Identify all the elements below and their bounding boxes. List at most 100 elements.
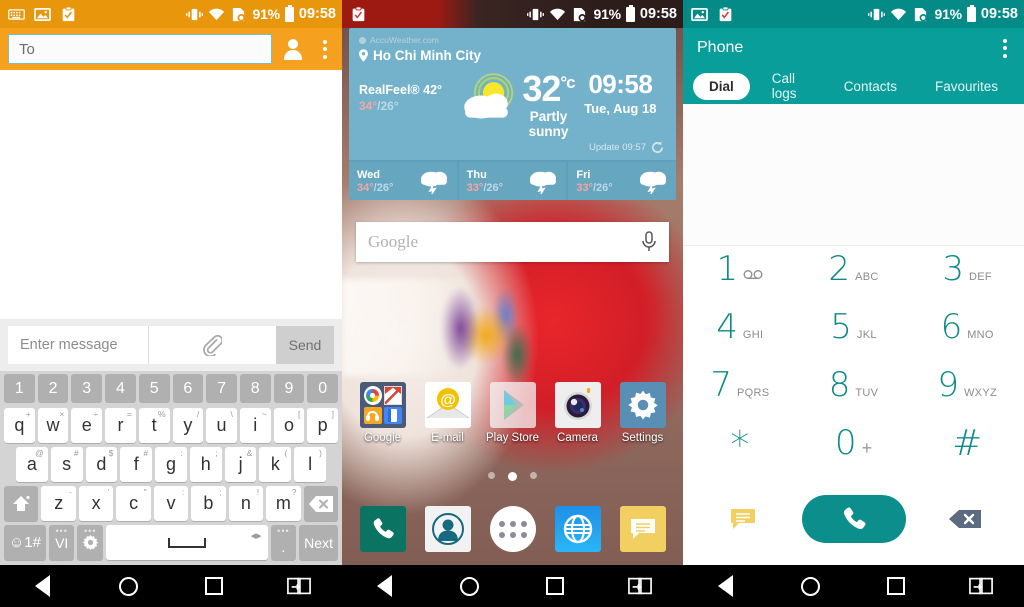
dialed-number-display[interactable] [683, 104, 1024, 246]
key-p[interactable]: ] p [307, 408, 339, 443]
tab-call-logs[interactable]: Call logs [756, 71, 822, 101]
tab-dial[interactable]: Dial [693, 72, 750, 100]
app-play-store[interactable]: Play Store [480, 382, 545, 444]
key-7[interactable]: 7 [206, 374, 237, 403]
recents-button[interactable] [854, 577, 939, 595]
screenshot-button[interactable] [257, 576, 343, 596]
key-f[interactable]: # f [120, 447, 153, 482]
app-camera[interactable]: Camera [545, 382, 610, 444]
dialpad-key-hash[interactable]: # [910, 426, 1024, 484]
dialpad-key-3[interactable]: 3 DEF [910, 252, 1024, 310]
key-m[interactable]: ? m [266, 486, 301, 521]
dock-phone[interactable] [350, 506, 415, 552]
key-b[interactable]: ; b [191, 486, 226, 521]
key-8[interactable]: 8 [239, 374, 271, 403]
key-t[interactable]: % t [138, 408, 170, 443]
dock-app-drawer[interactable] [480, 506, 545, 552]
to-input[interactable]: To [8, 34, 272, 64]
key-k[interactable]: (k [259, 447, 292, 482]
dialpad-key-5[interactable]: 5 JKL [797, 310, 911, 368]
dialpad-key-8[interactable]: 8 TUV [797, 368, 911, 426]
key-y[interactable]: / y [172, 408, 204, 443]
dialpad-key-2[interactable]: 2 ABC [797, 252, 911, 310]
home-button[interactable] [86, 576, 172, 596]
key-g[interactable]: :g [155, 447, 187, 482]
key-x[interactable]: ’ x [78, 486, 114, 521]
key-e[interactable]: ÷ e [71, 408, 103, 443]
dialpad-key-0[interactable]: 0 + [797, 426, 911, 484]
key-4[interactable]: 4 [105, 374, 136, 403]
add-contact-icon[interactable] [280, 36, 306, 62]
overflow-menu-icon[interactable] [994, 34, 1016, 62]
key-s[interactable]: # s [50, 447, 83, 482]
space-key[interactable]: ◂▸ [105, 525, 268, 560]
message-input[interactable]: Enter message [8, 326, 276, 364]
backspace-key[interactable] [303, 486, 338, 521]
key-z[interactable]: -z [41, 486, 76, 521]
keyboard-settings-key[interactable]: ••• [77, 525, 103, 560]
dock-contacts[interactable] [415, 506, 480, 552]
key-j[interactable]: & j [224, 447, 257, 482]
key-9[interactable]: 9 [273, 374, 305, 403]
key-6[interactable]: 6 [172, 374, 204, 403]
page-dot[interactable] [530, 472, 537, 479]
forecast-cell[interactable]: Fri 33°/26° [568, 162, 676, 201]
tab-favourites[interactable]: Favourites [919, 73, 1014, 100]
dialpad-key-6[interactable]: 6 MNO [910, 310, 1024, 368]
app-email[interactable]: @ E-mail [415, 382, 480, 444]
key-c[interactable]: " c [116, 486, 151, 521]
send-button[interactable]: Send [276, 326, 334, 364]
key-d[interactable]: $ d [85, 447, 118, 482]
key-n[interactable]: ! n [228, 486, 264, 521]
period-key[interactable]: ••• . [270, 525, 297, 560]
back-button[interactable] [0, 575, 86, 597]
weather-update-row[interactable]: Update 09:57 [359, 141, 666, 154]
home-button[interactable] [768, 576, 853, 596]
google-search-bar[interactable]: Google [356, 222, 669, 262]
key-r[interactable]: = r [105, 408, 136, 443]
symbols-key[interactable]: ☺1# [4, 525, 46, 560]
key-3[interactable]: 3 [71, 374, 103, 403]
recents-button[interactable] [513, 577, 598, 595]
key-v[interactable]: :v [153, 486, 189, 521]
key-u[interactable]: \ u [206, 408, 237, 443]
dialpad-key-4[interactable]: 4 GHI [683, 310, 797, 368]
app-settings[interactable]: Settings [610, 382, 675, 444]
refresh-icon[interactable] [651, 141, 664, 154]
dialpad-key-1[interactable]: 1 [683, 252, 797, 310]
key-i[interactable]: ~ i [239, 408, 271, 443]
send-message-button[interactable] [687, 506, 798, 532]
shift-key[interactable] [4, 486, 39, 521]
language-key[interactable]: ••• VI [48, 525, 75, 560]
dialer-backspace-button[interactable] [909, 508, 1020, 530]
app-google-folder[interactable]: Google [350, 382, 415, 444]
screenshot-button[interactable] [598, 576, 683, 596]
key-l[interactable]: ) l [294, 447, 327, 482]
page-dot[interactable] [488, 472, 495, 479]
back-button[interactable] [683, 575, 768, 597]
page-dot-active[interactable] [508, 472, 517, 481]
microphone-icon[interactable] [641, 231, 657, 253]
screenshot-button[interactable] [939, 576, 1024, 596]
key-0[interactable]: 0 [307, 374, 339, 403]
key-a[interactable]: @ a [15, 447, 48, 482]
overflow-menu-icon[interactable] [314, 35, 336, 63]
key-h[interactable]: ; h [189, 447, 222, 482]
back-button[interactable] [342, 575, 427, 597]
tab-contacts[interactable]: Contacts [828, 73, 913, 100]
key-2[interactable]: 2 [37, 374, 69, 403]
home-button[interactable] [427, 576, 512, 596]
dock-browser[interactable] [545, 506, 610, 552]
next-key[interactable]: Next [299, 525, 338, 560]
forecast-cell[interactable]: Thu 33°/26° [458, 162, 567, 201]
call-button[interactable] [801, 495, 906, 543]
key-o[interactable]: [o [273, 408, 305, 443]
key-5[interactable]: 5 [138, 374, 170, 403]
key-q[interactable]: + q [3, 408, 35, 443]
dialpad-key-7[interactable]: 7 PQRS [683, 368, 797, 426]
forecast-cell[interactable]: Wed 34°/26° [349, 162, 457, 201]
dock-messaging[interactable] [610, 506, 675, 552]
dialpad-key-star[interactable]: * [683, 426, 797, 484]
dialpad-key-9[interactable]: 9 WXYZ [910, 368, 1024, 426]
key-w[interactable]: × w [37, 408, 69, 443]
